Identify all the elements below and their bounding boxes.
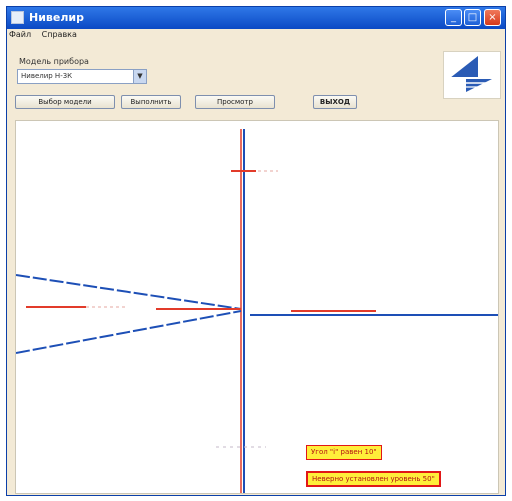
chevron-down-icon[interactable]: ▼ [133,70,146,83]
select-model-button[interactable]: Выбор модели [15,95,115,109]
exit-button[interactable]: ВЫХОД [313,95,357,109]
drawing-canvas[interactable]: Угол "i" равен 10" Неверно установлен ур… [15,120,499,494]
window-title: Нивелир [29,11,84,24]
angle-status-box: Угол "i" равен 10" [306,445,382,460]
lower-blue-sightline [16,310,242,354]
logo-graphic [448,56,496,92]
minimize-button[interactable]: _ [445,9,462,26]
close-button[interactable]: × [484,9,501,26]
level-status-box: Неверно установлен уровень 50" [306,471,441,487]
model-label: Модель прибора [19,57,89,66]
level-instrument-logo [443,51,501,99]
title-bar[interactable]: Нивелир _ □ × [7,7,505,29]
maximize-button[interactable]: □ [464,9,481,26]
app-icon [11,11,24,24]
level-diagram [16,129,498,493]
upper-blue-sightline [16,274,242,310]
app-window: Нивелир _ □ × Файл Справка Модель прибор… [6,6,506,496]
model-select-value: Нивелир Н-3К [21,72,73,80]
menu-help[interactable]: Справка [42,30,77,39]
menu-bar: Файл Справка [9,30,85,44]
run-button[interactable]: Выполнить [121,95,181,109]
view-button[interactable]: Просмотр [195,95,275,109]
menu-file[interactable]: Файл [9,30,31,39]
model-select[interactable]: Нивелир Н-3К ▼ [17,69,147,84]
